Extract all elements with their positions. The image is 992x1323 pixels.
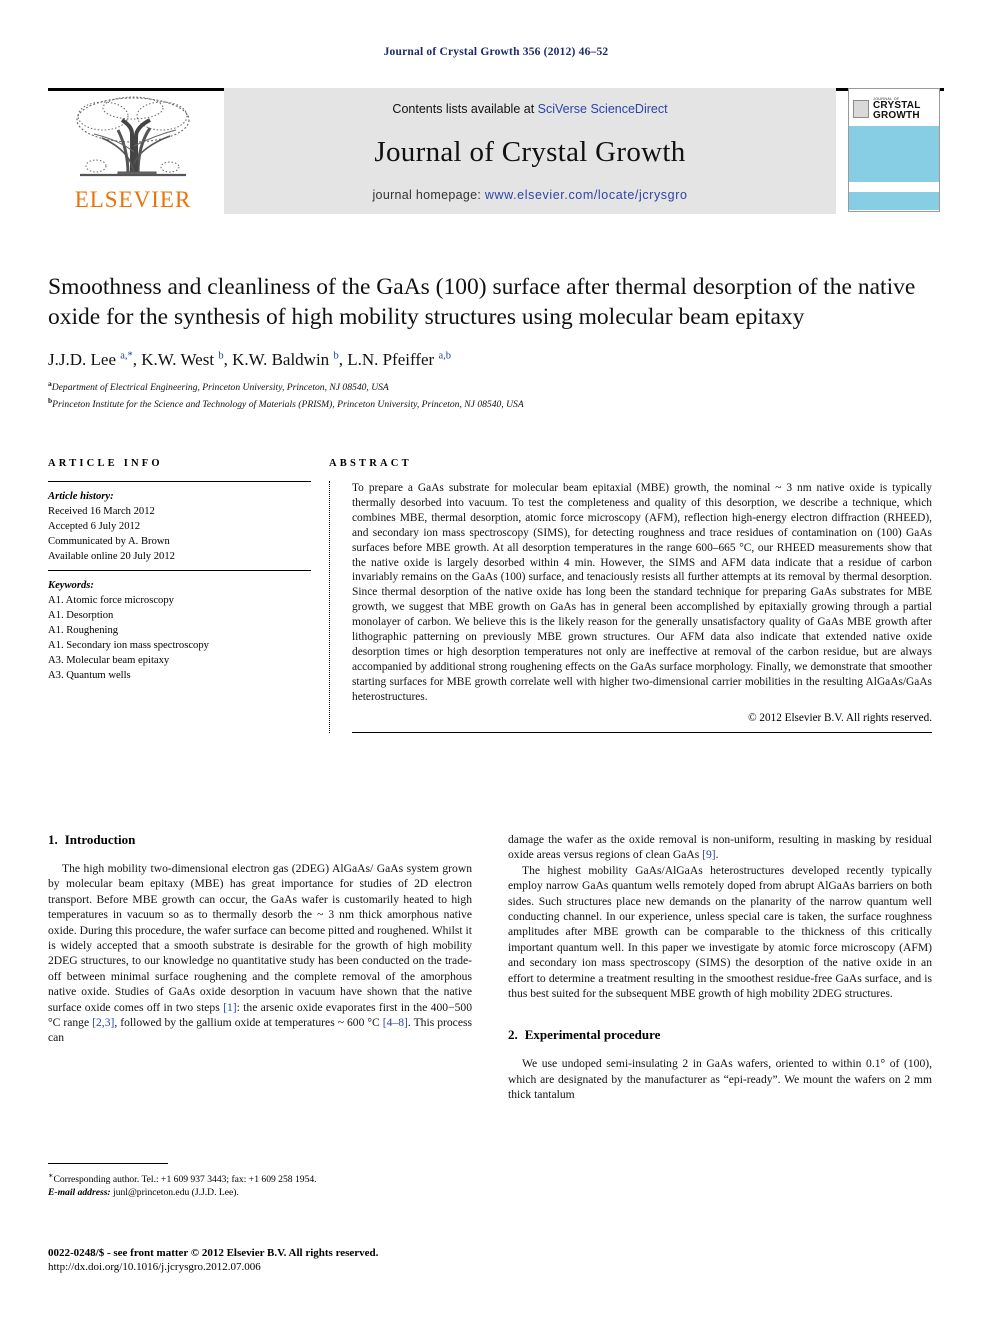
section-number-1: 1. — [48, 832, 58, 847]
page-footer: 0022-0248/$ - see front matter © 2012 El… — [48, 1246, 608, 1274]
cover-title-line2: GROWTH — [873, 109, 920, 121]
keyword-item: A3. Molecular beam epitaxy — [48, 655, 170, 666]
body-column-right: damage the wafer as the oxide removal is… — [508, 832, 932, 1103]
article-info-column: Article history: Received 16 March 2012 … — [48, 481, 329, 733]
homepage-label: journal homepage: — [372, 188, 482, 202]
cover-journal-of-label: JOURNAL OF — [873, 96, 900, 101]
email-address-value[interactable]: junl@princeton.edu (J.J.D. Lee). — [113, 1187, 239, 1198]
running-head: Journal of Crystal Growth 356 (2012) 46–… — [383, 46, 609, 58]
affiliation-list: aDepartment of Electrical Engineering, P… — [48, 377, 932, 411]
body-columns: 1. Introduction The high mobility two-dim… — [48, 832, 932, 1103]
abstract-heading: ABSTRACT — [329, 458, 412, 469]
cover-title-line1: CRYSTAL — [873, 99, 921, 111]
keywords-label: Keywords: — [48, 580, 94, 591]
article-history-block: Article history: Received 16 March 2012 … — [48, 482, 311, 570]
journal-homepage-line: journal homepage: www.elsevier.com/locat… — [372, 188, 687, 202]
paragraph-intro-1: The high mobility two-dimensional electr… — [48, 861, 472, 1046]
paragraph-intro-2: The highest mobility GaAs/AlGaAs heteros… — [508, 863, 932, 1001]
section-heading-experimental: 2. Experimental procedure — [508, 1027, 932, 1043]
cover-image-band-primary — [849, 126, 939, 182]
info-abstract-section: ARTICLE INFO ABSTRACT Article history: R… — [48, 458, 932, 733]
keyword-item: A1. Desorption — [48, 610, 114, 621]
footnote-corresponding-text: Corresponding author. Tel.: +1 609 937 3… — [53, 1174, 317, 1186]
section-title-2: Experimental procedure — [524, 1027, 661, 1043]
author-list: J.J.D. Lee a,*, K.W. West b, K.W. Baldwi… — [48, 350, 452, 369]
email-address-label: E-mail address: — [48, 1187, 111, 1199]
elsevier-wordmark: ELSEVIER — [74, 187, 192, 212]
info-abstract-body: Article history: Received 16 March 2012 … — [48, 481, 932, 733]
intro-text-c: , followed by the gallium oxide at tempe… — [114, 1016, 383, 1030]
footnote-email-line: E-mail address: junl@princeton.edu (J.J.… — [48, 1186, 472, 1199]
affiliation-a-text: Department of Electrical Engineering, Pr… — [51, 382, 389, 394]
elsevier-logo: ELSEVIER — [48, 88, 218, 214]
section-title-1: Introduction — [64, 832, 136, 847]
homepage-url-link[interactable]: www.elsevier.com/locate/jcrysgro — [485, 188, 688, 202]
footer-issn-line: 0022-0248/$ - see front matter © 2012 El… — [48, 1247, 379, 1259]
keyword-item: A1. Atomic force microscopy — [48, 595, 174, 606]
citation-ref-4-8[interactable]: [4–8] — [383, 1016, 408, 1029]
affiliation-a: aDepartment of Electrical Engineering, P… — [48, 377, 932, 394]
section-heading-introduction: 1. Introduction — [48, 832, 472, 848]
journal-cover-thumbnail[interactable]: JOURNAL OF CRYSTAL GROWTH — [848, 88, 940, 212]
article-title: Smoothness and cleanliness of the GaAs (… — [48, 274, 916, 330]
cover-title-block: JOURNAL OF CRYSTAL GROWTH — [873, 96, 921, 121]
article-info-heading: ARTICLE INFO — [48, 458, 163, 469]
citation-ref-2-3[interactable]: [2,3] — [92, 1016, 114, 1029]
body-column-left: 1. Introduction The high mobility two-dim… — [48, 832, 472, 1103]
title-author-block: Smoothness and cleanliness of the GaAs (… — [48, 272, 932, 411]
history-communicated: Communicated by A. Brown — [48, 536, 170, 547]
journal-masthead: ELSEVIER Contents lists available at Sci… — [48, 88, 944, 214]
journal-title: Journal of Crystal Growth — [374, 135, 686, 168]
intro-cont-text-b: . — [715, 848, 719, 862]
history-accepted: Accepted 6 July 2012 — [48, 521, 141, 532]
cover-inset-image — [853, 99, 869, 118]
journal-cover-cell: JOURNAL OF CRYSTAL GROWTH — [844, 88, 944, 214]
intro-cont-text-a: damage the wafer as the oxide removal is… — [508, 833, 932, 862]
info-abstract-divider — [329, 481, 330, 733]
abstract-text: To prepare a GaAs substrate for molecula… — [352, 482, 932, 703]
cover-header: JOURNAL OF CRYSTAL GROWTH — [849, 89, 939, 125]
contents-prefix: Contents lists available at — [392, 102, 535, 116]
section-number-2: 2. — [508, 1027, 518, 1043]
abstract-bottom-rule — [352, 731, 932, 733]
footnote-corresponding-line: ∗Corresponding author. Tel.: +1 609 937 … — [48, 1169, 472, 1186]
corresponding-author-footnote: ∗Corresponding author. Tel.: +1 609 937 … — [48, 1163, 472, 1199]
keyword-item: A1. Roughening — [48, 625, 119, 636]
elsevier-tree-icon — [76, 96, 190, 177]
intro-text-a: The high mobility two-dimensional electr… — [48, 862, 472, 1014]
keywords-block: Keywords: A1. Atomic force microscopy A1… — [48, 570, 311, 683]
history-available-online: Available online 20 July 2012 — [48, 551, 175, 562]
abstract-copyright: © 2012 Elsevier B.V. All rights reserved… — [748, 711, 932, 724]
cover-band-gap — [849, 182, 939, 192]
article-history-label: Article history: — [48, 491, 114, 502]
info-abstract-headings: ARTICLE INFO ABSTRACT — [48, 458, 932, 469]
citation-ref-1[interactable]: [1] — [223, 1001, 237, 1014]
affiliation-b-text: Princeton Institute for the Science and … — [52, 399, 524, 411]
paragraph-experimental-1: We use undoped semi-insulating 2 in GaAs… — [508, 1057, 932, 1102]
masthead-center: Contents lists available at SciVerse Sci… — [224, 88, 836, 214]
affiliation-b: bPrinceton Institute for the Science and… — [48, 394, 932, 411]
contents-list-line: Contents lists available at SciVerse Sci… — [392, 102, 667, 116]
sciencedirect-link[interactable]: SciVerse ScienceDirect — [538, 102, 668, 116]
abstract-column: To prepare a GaAs substrate for molecula… — [352, 481, 932, 733]
keyword-item: A3. Quantum wells — [48, 670, 131, 681]
paper-page: Journal of Crystal Growth 356 (2012) 46–… — [0, 0, 992, 1323]
keyword-item: A1. Secondary ion mass spectroscopy — [48, 640, 209, 651]
paragraph-intro-1-continued: damage the wafer as the oxide removal is… — [508, 832, 932, 863]
history-received: Received 16 March 2012 — [48, 506, 155, 517]
footnote-rule — [48, 1163, 168, 1164]
cover-image-band-secondary — [849, 192, 939, 210]
footer-doi-line[interactable]: http://dx.doi.org/10.1016/j.jcrysgro.201… — [48, 1260, 608, 1274]
citation-ref-9[interactable]: [9] — [702, 848, 716, 861]
